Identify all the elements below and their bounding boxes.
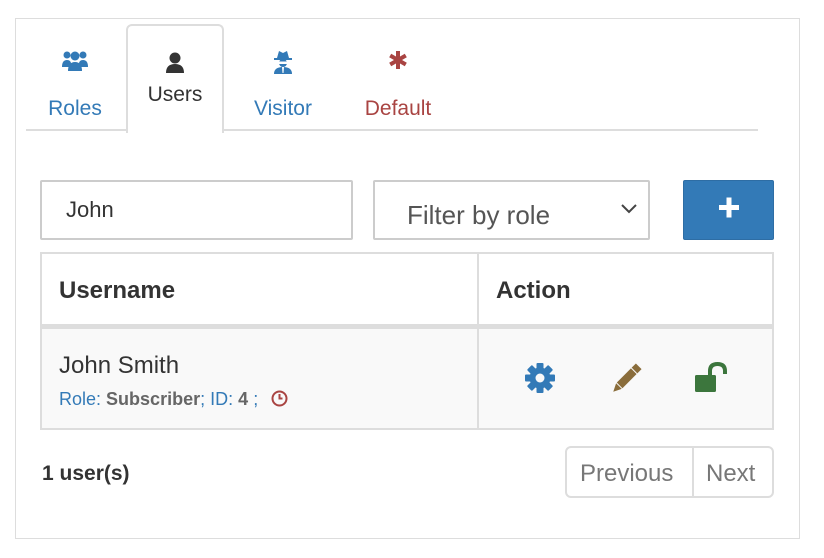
tab-users[interactable]: Users	[126, 24, 224, 133]
user-count: 1 user(s)	[42, 462, 130, 485]
clock-icon	[271, 390, 288, 412]
asterisk-icon	[388, 50, 408, 75]
role-label: Role:	[59, 389, 102, 409]
tab-default[interactable]: Default	[346, 40, 450, 133]
tab-roles[interactable]: Roles	[26, 40, 124, 133]
users-icon	[62, 50, 88, 77]
user-name: John Smith	[59, 352, 180, 379]
meta-separator: ;	[200, 389, 206, 409]
gear-icon[interactable]	[524, 362, 556, 399]
next-button[interactable]: Next	[694, 448, 772, 496]
role-filter-value: Filter by role	[407, 200, 551, 230]
user-cell: John Smith Role: Subscriber; ID: 4 ;	[42, 329, 479, 428]
tab-roles-label: Roles	[48, 97, 102, 120]
tab-visitor[interactable]: Visitor	[234, 40, 332, 133]
user-meta: Role: Subscriber; ID: 4 ;	[59, 389, 288, 412]
column-header-action: Action	[479, 254, 772, 326]
tab-default-label: Default	[364, 97, 432, 120]
id-value: 4	[238, 389, 249, 409]
tab-bar: Roles Users Visitor Default	[26, 24, 758, 133]
chevron-down-icon	[620, 202, 638, 220]
table-row: John Smith Role: Subscriber; ID: 4 ;	[42, 329, 772, 428]
column-header-action-label: Action	[496, 277, 571, 304]
action-cell	[479, 329, 772, 428]
previous-label: Previous	[580, 460, 674, 487]
unlock-icon[interactable]	[693, 361, 729, 399]
id-label: ID:	[210, 389, 234, 409]
pagination: Previous Next	[565, 446, 774, 498]
column-header-username-label: Username	[59, 277, 176, 304]
add-user-button[interactable]	[683, 180, 774, 240]
tab-users-label: Users	[147, 83, 203, 106]
role-value: Subscriber	[106, 389, 201, 409]
column-header-username: Username	[42, 254, 479, 326]
tab-visitor-label: Visitor	[254, 97, 312, 120]
previous-button[interactable]: Previous	[567, 448, 694, 496]
search-input[interactable]	[40, 180, 353, 240]
plus-icon	[718, 197, 740, 224]
users-table: Username Action John Smith Role: Subscri…	[40, 252, 774, 430]
role-filter-select[interactable]: Filter by role	[373, 180, 650, 240]
id-separator: ;	[253, 389, 259, 409]
next-label: Next	[706, 460, 756, 487]
user-icon	[165, 52, 185, 79]
pencil-icon[interactable]	[609, 362, 643, 401]
user-secret-icon	[273, 50, 293, 79]
